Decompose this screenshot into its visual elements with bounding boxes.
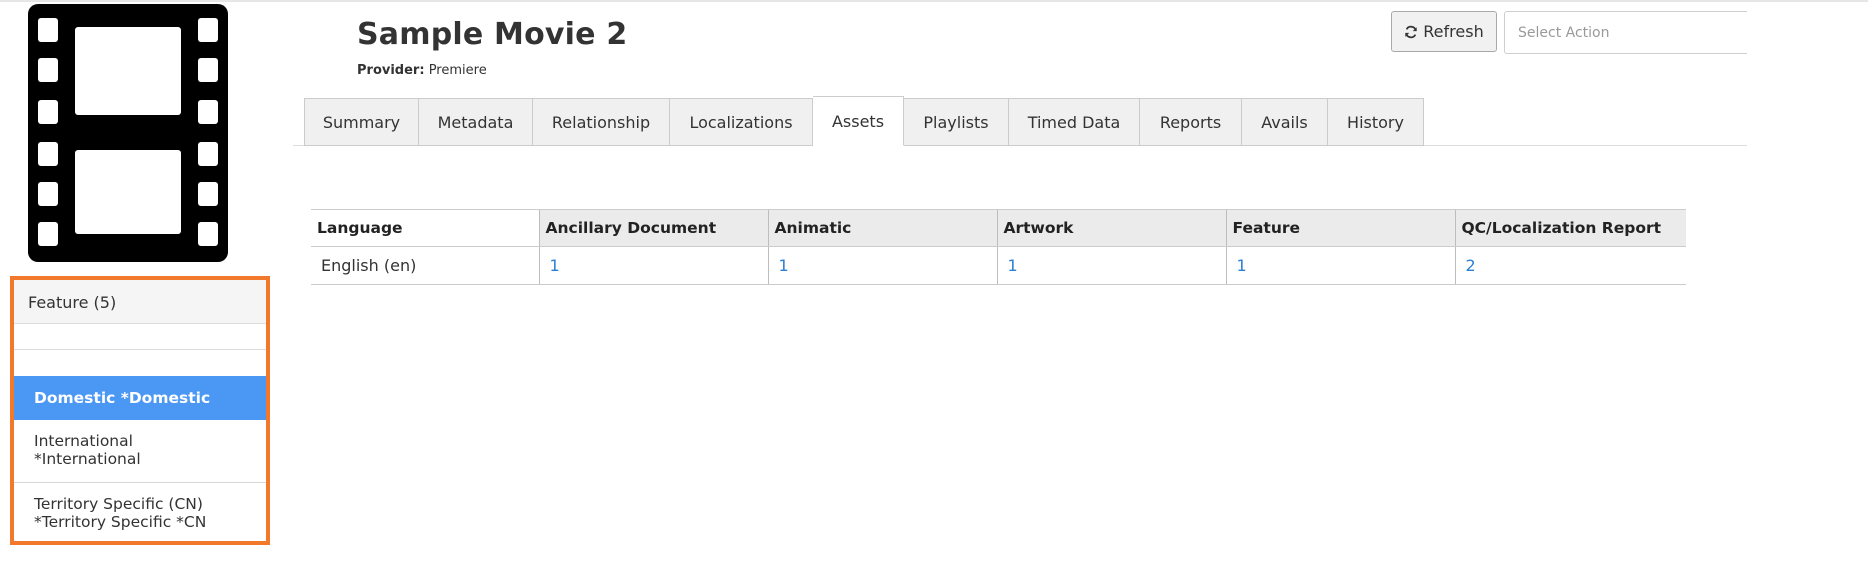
provider-value: Premiere [428, 63, 487, 78]
tab-avails[interactable]: Avails [1242, 98, 1328, 146]
select-action-dropdown[interactable]: Select Action [1504, 11, 1747, 54]
feature-item-sublabel: *Territory Specific *CN [34, 513, 207, 531]
tab-label: Avails [1261, 112, 1308, 132]
feature-item-sublabel: *International [34, 450, 141, 468]
feature-item-domestic[interactable]: Domestic *Domestic [14, 376, 266, 420]
refresh-button[interactable]: Refresh [1391, 11, 1497, 52]
tab-localizations[interactable]: Localizations [670, 98, 813, 146]
refresh-label: Refresh [1423, 22, 1484, 41]
animatic-count-link[interactable]: 1 [779, 256, 789, 275]
tab-relationship[interactable]: Relationship [533, 98, 670, 146]
feature-item-label: Territory Specific (CN) [34, 495, 203, 513]
assets-table: Language Ancillary Document Animatic Art… [311, 209, 1686, 285]
feature-item-label: Domestic *Domestic [34, 389, 211, 407]
column-header: QC/Localization Report [1454, 209, 1686, 247]
table-row: English (en) 1 1 1 1 2 [311, 246, 1686, 285]
feature-item-territory-cn[interactable]: Territory Specific (CN) *Territory Speci… [14, 483, 266, 546]
column-header: Feature [1225, 209, 1455, 247]
artwork-count-link[interactable]: 1 [1008, 256, 1018, 275]
page-title: Sample Movie 2 [357, 17, 628, 52]
feature-item-international[interactable]: International *International [14, 420, 266, 483]
tab-timed-data[interactable]: Timed Data [1009, 98, 1140, 146]
column-header: Animatic [767, 209, 997, 247]
tab-label: Localizations [689, 112, 793, 132]
top-border [0, 0, 1868, 2]
feature-list-empty-row [14, 324, 266, 350]
tab-playlists[interactable]: Playlists [904, 98, 1009, 146]
tab-summary[interactable]: Summary [304, 98, 419, 146]
tab-metadata[interactable]: Metadata [419, 98, 533, 146]
select-action-placeholder: Select Action [1518, 25, 1610, 41]
language-cell: English (en) [311, 246, 539, 285]
column-header: Language [311, 209, 539, 247]
asset-count-cell: 1 [1225, 246, 1455, 285]
feature-list-header[interactable]: Feature (5) [14, 280, 266, 324]
asset-count-cell: 1 [767, 246, 997, 285]
tab-reports[interactable]: Reports [1140, 98, 1242, 146]
asset-count-cell: 1 [538, 246, 768, 285]
tab-label: Playlists [923, 112, 989, 132]
column-header: Artwork [996, 209, 1226, 247]
tab-bar: Summary Metadata Relationship Localizati… [304, 96, 1424, 146]
provider-label: Provider: [357, 63, 425, 78]
table-header-row: Language Ancillary Document Animatic Art… [311, 209, 1686, 247]
tab-label: Metadata [437, 112, 514, 132]
feature-list-spacer [14, 350, 266, 376]
feature-item-label: International [34, 432, 133, 450]
tab-label: Assets [831, 111, 885, 131]
tab-label: Summary [322, 112, 401, 132]
qc-report-count-link[interactable]: 2 [1466, 256, 1476, 275]
feature-count-link[interactable]: 1 [1237, 256, 1247, 275]
film-strip-icon [28, 4, 228, 262]
column-header: Ancillary Document [538, 209, 768, 247]
tab-history[interactable]: History [1328, 98, 1424, 146]
tab-label: Relationship [551, 112, 651, 132]
provider-line: Provider: Premiere [357, 63, 487, 78]
tab-label: Reports [1159, 112, 1222, 132]
tab-assets[interactable]: Assets [813, 96, 904, 146]
asset-count-cell: 2 [1454, 246, 1686, 285]
feature-list-panel: Feature (5) Domestic *Domestic Internati… [10, 276, 270, 545]
refresh-icon [1405, 25, 1417, 38]
tab-label: History [1347, 112, 1404, 132]
ancillary-document-count-link[interactable]: 1 [550, 256, 560, 275]
asset-count-cell: 1 [996, 246, 1226, 285]
tab-label: Timed Data [1027, 112, 1121, 132]
